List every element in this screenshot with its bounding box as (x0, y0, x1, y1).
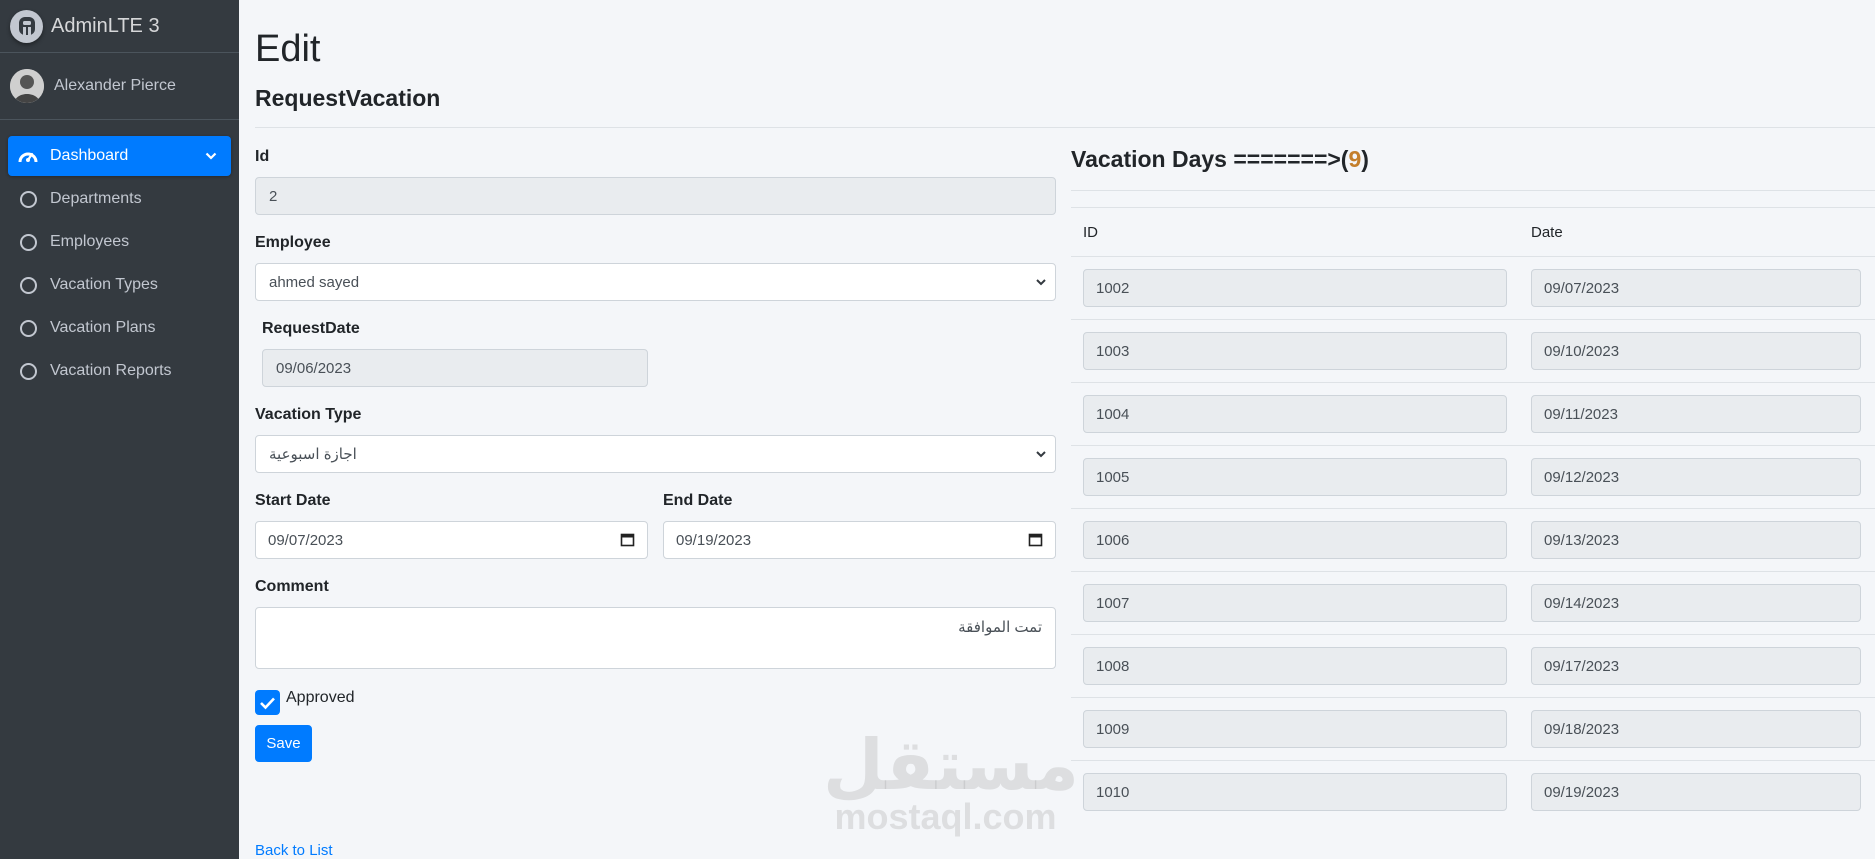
column-header-date: Date (1531, 224, 1563, 241)
calendar-icon[interactable] (1028, 532, 1043, 551)
sidebar-item-departments[interactable]: Departments (8, 179, 231, 219)
employee-label: Employee (255, 234, 331, 251)
avatar (10, 69, 44, 103)
end-date-label: End Date (663, 492, 733, 509)
request-date-field[interactable]: 09/06/2023 (262, 349, 648, 387)
start-date-label: Start Date (255, 492, 331, 509)
chevron-down-icon (205, 148, 217, 166)
calendar-icon[interactable] (620, 532, 635, 551)
vacation-day-date-field[interactable]: 09/13/2023 (1531, 521, 1861, 559)
column-header-id: ID (1083, 224, 1098, 241)
table-row: 1008 09/17/2023 (1071, 634, 1875, 697)
circle-icon (18, 189, 38, 209)
id-field[interactable]: 2 (255, 177, 1056, 215)
vacation-type-select[interactable]: اجازة اسبوعية (255, 435, 1056, 473)
approved-checkbox[interactable] (255, 690, 280, 715)
vacation-day-id-field[interactable]: 1008 (1083, 647, 1507, 685)
vacation-days-title-prefix: Vacation Days =======>( (1071, 146, 1349, 172)
vacation-day-date-field[interactable]: 09/19/2023 (1531, 773, 1861, 811)
comment-textarea[interactable]: تمت الموافقة (255, 607, 1056, 669)
page-subtitle: RequestVacation (255, 85, 441, 111)
divider (255, 127, 1875, 128)
vacation-day-id-field[interactable]: 1007 (1083, 584, 1507, 622)
vacation-day-id-field[interactable]: 1010 (1083, 773, 1507, 811)
vacation-day-id-field[interactable]: 1002 (1083, 269, 1507, 307)
chevron-down-icon (1035, 275, 1047, 293)
brand-link[interactable]: AdminLTE 3 (0, 0, 239, 53)
watermark: مستقل mostaql.com (823, 726, 1080, 837)
vacation-days-title: Vacation Days =======>(9) (1071, 146, 1369, 173)
id-label: Id (255, 148, 270, 165)
user-name: Alexander Pierce (54, 77, 176, 94)
sidebar-item-label: Departments (50, 190, 142, 207)
request-date-label: RequestDate (262, 320, 360, 337)
end-date-value: 09/19/2023 (676, 531, 752, 549)
vacation-day-date-field[interactable]: 09/12/2023 (1531, 458, 1861, 496)
sidebar: AdminLTE 3 Alexander Pierce Dashboard De… (0, 0, 239, 859)
sidebar-item-employees[interactable]: Employees (8, 222, 231, 262)
table-row: 1009 09/18/2023 (1071, 697, 1875, 760)
table-row: 1003 09/10/2023 (1071, 319, 1875, 382)
vacation-day-id-field[interactable]: 1005 (1083, 458, 1507, 496)
vacation-days-title-suffix: ) (1361, 146, 1369, 172)
comment-label: Comment (255, 578, 329, 595)
employee-value: ahmed sayed (269, 273, 360, 291)
adminlte-logo-icon (10, 9, 43, 43)
vacation-type-value: اجازة اسبوعية (269, 446, 357, 463)
table-row: 1010 09/19/2023 (1071, 760, 1875, 823)
end-date-input[interactable]: 09/19/2023 (663, 521, 1056, 559)
divider (1071, 207, 1875, 208)
table-row: 1007 09/14/2023 (1071, 571, 1875, 634)
check-icon (260, 697, 275, 709)
sidebar-item-vacation-reports[interactable]: Vacation Reports (8, 351, 231, 391)
save-button[interactable]: Save (255, 725, 312, 762)
circle-icon (18, 275, 38, 295)
vacation-days-count: 9 (1348, 146, 1362, 172)
request-date-value: 09/06/2023 (276, 359, 352, 377)
divider (1071, 190, 1875, 191)
sidebar-item-dashboard[interactable]: Dashboard (8, 136, 231, 176)
tachometer-icon (18, 146, 38, 166)
table-row: 1004 09/11/2023 (1071, 382, 1875, 445)
table-row: 1006 09/13/2023 (1071, 508, 1875, 571)
circle-icon (18, 361, 38, 381)
user-panel[interactable]: Alexander Pierce (0, 53, 239, 120)
vacation-type-label: Vacation Type (255, 406, 362, 423)
vacation-day-date-field[interactable]: 09/07/2023 (1531, 269, 1861, 307)
table-row: 1002 09/07/2023 (1071, 256, 1875, 319)
circle-icon (18, 232, 38, 252)
chevron-down-icon (1035, 447, 1047, 465)
vacation-day-date-field[interactable]: 09/18/2023 (1531, 710, 1861, 748)
sidebar-item-label: Dashboard (50, 147, 129, 164)
sidebar-item-vacation-types[interactable]: Vacation Types (8, 265, 231, 305)
brand-text: AdminLTE 3 (51, 14, 160, 37)
vacation-day-id-field[interactable]: 1004 (1083, 395, 1507, 433)
circle-icon (18, 318, 38, 338)
id-value: 2 (269, 187, 278, 205)
sidebar-item-label: Employees (50, 233, 130, 250)
vacation-day-date-field[interactable]: 09/17/2023 (1531, 647, 1861, 685)
vacation-day-date-field[interactable]: 09/11/2023 (1531, 395, 1861, 433)
watermark-arabic: مستقل (823, 726, 1080, 804)
sidebar-item-label: Vacation Types (50, 276, 158, 293)
vacation-day-date-field[interactable]: 09/14/2023 (1531, 584, 1861, 622)
sidebar-item-label: Vacation Plans (50, 319, 156, 336)
employee-select[interactable]: ahmed sayed (255, 263, 1056, 301)
start-date-input[interactable]: 09/07/2023 (255, 521, 648, 559)
vacation-day-id-field[interactable]: 1006 (1083, 521, 1507, 559)
back-to-list-link[interactable]: Back to List (255, 842, 333, 859)
approved-label: Approved (286, 689, 355, 706)
page-title: Edit (255, 28, 321, 70)
vacation-day-id-field[interactable]: 1003 (1083, 332, 1507, 370)
vacation-day-date-field[interactable]: 09/10/2023 (1531, 332, 1861, 370)
start-date-value: 09/07/2023 (268, 531, 344, 549)
sidebar-item-vacation-plans[interactable]: Vacation Plans (8, 308, 231, 348)
watermark-latin: mostaql.com (834, 796, 1057, 837)
sidebar-nav: Dashboard Departments Employees Vacation… (0, 120, 239, 391)
sidebar-item-label: Vacation Reports (50, 362, 172, 379)
vacation-day-id-field[interactable]: 1009 (1083, 710, 1507, 748)
table-row: 1005 09/12/2023 (1071, 445, 1875, 508)
